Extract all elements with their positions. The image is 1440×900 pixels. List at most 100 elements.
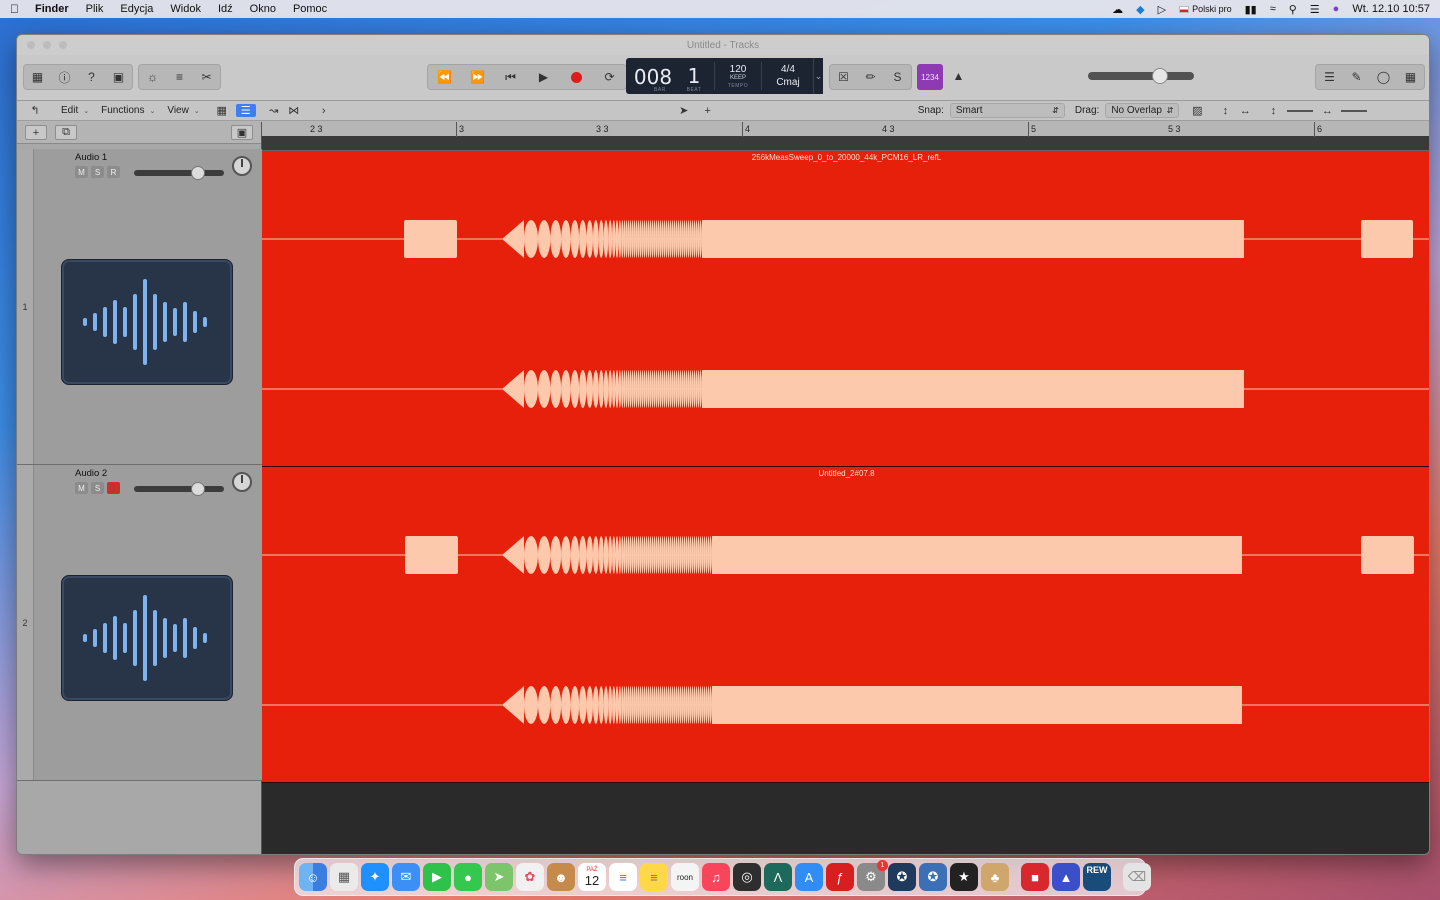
record-button[interactable] [560, 65, 593, 89]
menu-go[interactable]: Idź [218, 3, 233, 15]
battery-icon[interactable]: ▮▮ [1245, 3, 1257, 16]
mail-icon[interactable]: ✉ [392, 863, 420, 891]
network-status-icon[interactable]: ◆ [1136, 3, 1144, 16]
vertical-zoom-slider[interactable] [1287, 109, 1314, 112]
track-volume-slider[interactable] [134, 482, 224, 496]
vertical-zoom-icon[interactable]: ↕ [1263, 105, 1283, 117]
volume-knob[interactable] [191, 166, 205, 180]
count-in-button[interactable]: 1234 [917, 64, 943, 90]
pointer-tool-icon[interactable]: ➤ [674, 104, 694, 117]
play-icon[interactable]: ▶ [527, 65, 560, 89]
metronome-icon[interactable]: ▲ [945, 64, 972, 88]
solo-mode-icon[interactable]: S [884, 65, 911, 89]
note-pad-icon[interactable]: ✎ [1343, 65, 1370, 89]
rew-icon[interactable]: REW [1083, 863, 1111, 891]
go-to-beginning-icon[interactable]: ⏮ [494, 65, 527, 89]
logic-pro-icon[interactable]: ◎ [733, 863, 761, 891]
creative-cloud-icon[interactable]: ☁ [1112, 3, 1123, 16]
play-circle-icon[interactable]: ▷ [1158, 3, 1166, 16]
app-icon[interactable]: ✪ [888, 863, 916, 891]
back-arrow-icon[interactable]: ↰ [25, 104, 45, 117]
grid-view-icon[interactable]: ▦ [212, 104, 232, 117]
crosshair-tool-icon[interactable]: + [698, 105, 718, 117]
system-preferences-icon[interactable]: ⚙ 1 [857, 860, 888, 891]
rewind-icon[interactable]: ⏪ [428, 65, 461, 89]
functions-menu[interactable]: Functions ⌄ [101, 105, 155, 116]
lcd-signature[interactable]: 4/4 Cmaj [762, 58, 814, 94]
track-header-1[interactable]: 1 Audio 1 M S R [17, 149, 262, 465]
menu-window[interactable]: Okno [250, 3, 276, 15]
apple-logo-icon[interactable]:  [10, 2, 19, 16]
duplicate-track-icon[interactable]: ⧉ [55, 125, 77, 140]
affinity-icon[interactable]: ▲ [1052, 863, 1080, 891]
audio-region-1[interactable]: 256kMeasSweep_0_to_20000_44k_PCM16_LR_re… [262, 151, 1429, 467]
track-volume-slider[interactable] [134, 166, 224, 180]
pan-knob[interactable] [232, 156, 252, 176]
browsers-icon[interactable]: ▦ [1397, 65, 1424, 89]
app-icon[interactable]: ♣ [981, 863, 1009, 891]
horizontal-zoom-icon[interactable]: ↔ [1317, 105, 1337, 117]
menu-file[interactable]: Plik [86, 3, 104, 15]
master-volume-slider[interactable] [1088, 68, 1194, 84]
view-menu[interactable]: View ⌄ [167, 105, 199, 116]
lcd-tempo[interactable]: 120 KEEP TEMPO [715, 58, 761, 94]
audacity-icon[interactable]: Λ [764, 863, 792, 891]
add-track-button[interactable]: + [25, 125, 47, 140]
list-view-icon[interactable]: ☰ [235, 104, 256, 117]
messages-icon[interactable]: ● [454, 863, 482, 891]
master-volume-knob[interactable] [1152, 68, 1168, 84]
calendar-icon[interactable]: PAŹ 12 [578, 863, 606, 891]
reminders-icon[interactable]: ≡ [609, 863, 637, 891]
editors-scissors-icon[interactable]: ✂ [193, 65, 220, 89]
catch-playhead-icon[interactable]: › [314, 105, 334, 117]
drag-select[interactable]: No Overlap ⇵ [1105, 103, 1180, 118]
empty-track-area[interactable] [262, 783, 1429, 854]
input-source-menu[interactable]: Polski pro [1179, 3, 1232, 15]
volume-knob[interactable] [191, 482, 205, 496]
menu-help[interactable]: Pomoc [293, 3, 327, 15]
snap-select[interactable]: Smart ⇵ [949, 103, 1065, 118]
contacts-icon[interactable]: ☻ [547, 863, 575, 891]
flex-icon[interactable]: ⋈ [284, 104, 304, 117]
audio-region-2[interactable]: Untitled_2#07.8 [262, 467, 1429, 783]
waveform-zoom-icon[interactable]: ▨ [1187, 104, 1207, 117]
spotlight-search-icon[interactable]: ⚲ [1289, 3, 1297, 16]
launchpad-icon[interactable]: ▦ [330, 863, 358, 891]
wifi-icon[interactable]: ≈ [1270, 3, 1276, 15]
menu-finder[interactable]: Finder [35, 3, 69, 15]
tracks-area[interactable]: 256kMeasSweep_0_to_20000_44k_PCM16_LR_re… [262, 151, 1429, 854]
inspector-icon[interactable]: ⓘ [51, 65, 78, 89]
notes-icon[interactable]: ≡ [640, 863, 668, 891]
app-icon[interactable]: ★ [950, 863, 978, 891]
fast-forward-icon[interactable]: ⏩ [461, 65, 494, 89]
lcd-display[interactable]: 00 8 BAR 1 BEAT 120 KEEP TEMPO 4/4 Cmaj [626, 58, 821, 94]
safari-icon[interactable]: ✦ [361, 863, 389, 891]
ruler-cycle-strip[interactable] [262, 136, 1429, 150]
menu-edit[interactable]: Edycja [120, 3, 153, 15]
list-editors-icon[interactable]: ☰ [1316, 65, 1343, 89]
music-icon[interactable]: ♫ [702, 863, 730, 891]
finder-icon[interactable]: ☺ [299, 863, 327, 891]
clock[interactable]: Wt. 12.10 10:57 [1352, 3, 1430, 15]
vertical-fit-icon[interactable]: ↕ [1215, 105, 1235, 117]
cycle-icon[interactable]: ⟳ [593, 65, 626, 89]
trash-icon[interactable]: ⌫ [1123, 863, 1151, 891]
app-icon[interactable]: ✪ [919, 863, 947, 891]
roon-icon[interactable]: roon [671, 863, 699, 891]
library-icon[interactable]: ▦ [24, 65, 51, 89]
maps-icon[interactable]: ➤ [485, 863, 513, 891]
facetime-icon[interactable]: ▶ [423, 863, 451, 891]
loop-browser-icon[interactable]: ◯ [1370, 65, 1397, 89]
global-tracks-icon[interactable]: ▣ [231, 125, 253, 140]
replace-mode-icon[interactable]: ☒ [830, 65, 857, 89]
smart-controls-icon[interactable]: ☼ [139, 65, 166, 89]
record-enable-button[interactable]: R [107, 166, 120, 178]
track-name[interactable]: Audio 2 [75, 468, 107, 479]
app-icon[interactable]: ■ [1021, 863, 1049, 891]
timeline-ruler[interactable]: 2 3 3 3 3 4 4 3 5 5 3 6 [262, 122, 1429, 151]
control-center-icon[interactable]: ☰ [1310, 3, 1320, 16]
horizontal-fit-icon[interactable]: ↔ [1235, 105, 1255, 117]
track-header-2[interactable]: 2 Audio 2 M S [17, 465, 262, 781]
track-name[interactable]: Audio 1 [75, 152, 107, 163]
tuner-icon[interactable]: ✏ [857, 65, 884, 89]
